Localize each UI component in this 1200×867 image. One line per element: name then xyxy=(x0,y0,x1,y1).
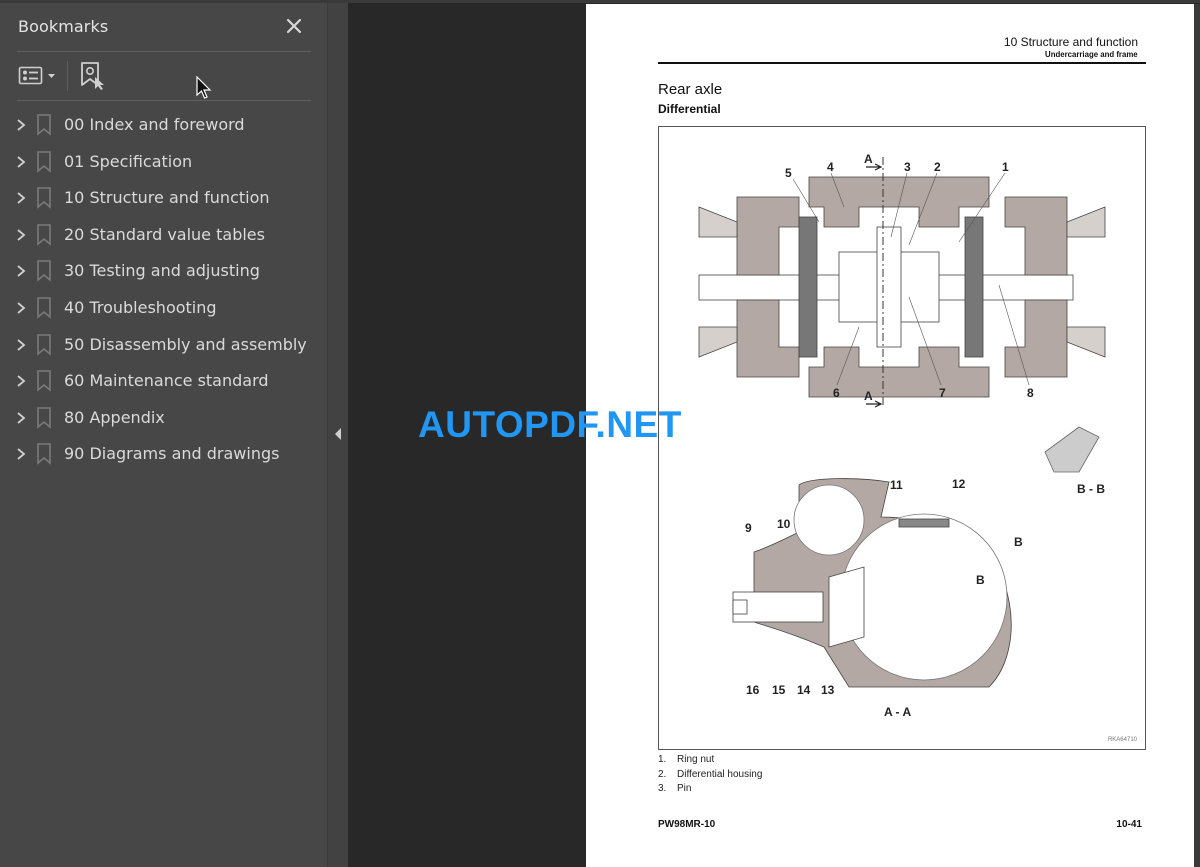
legend-item: 3. Pin xyxy=(658,783,692,794)
chevron-right-icon[interactable] xyxy=(14,263,28,279)
svg-text:1: 1 xyxy=(1002,160,1009,174)
svg-text:9: 9 xyxy=(745,521,752,535)
figure-id: RKA64710 xyxy=(1107,737,1137,743)
bookmark-icon xyxy=(37,443,51,466)
bookmark-label: 40 Troubleshooting xyxy=(64,297,217,317)
chevron-right-icon[interactable] xyxy=(14,190,28,206)
bookmark-icon xyxy=(37,333,51,356)
section-label-a: A xyxy=(864,152,873,166)
svg-text:7: 7 xyxy=(939,386,946,400)
svg-text:B: B xyxy=(1014,535,1023,549)
svg-text:6: 6 xyxy=(833,386,840,400)
top-sectional-view xyxy=(698,176,1106,398)
bookmark-item[interactable]: 10 Structure and function xyxy=(0,180,327,217)
bookmark-label: 30 Testing and adjusting xyxy=(64,261,260,281)
bookmark-label: 80 Appendix xyxy=(64,407,165,427)
section-label-a: A xyxy=(864,389,873,403)
chevron-right-icon[interactable] xyxy=(14,446,28,462)
svg-text:3: 3 xyxy=(904,160,911,174)
bookmark-item[interactable]: 20 Standard value tables xyxy=(0,217,327,254)
differential-cross-section-drawing: A A 5 4 3 2 1 6 7 8 9 10 11 12 13 14 15 … xyxy=(698,152,1106,719)
chevron-right-icon[interactable] xyxy=(14,337,28,353)
bookmark-label: 00 Index and foreword xyxy=(64,115,245,134)
bookmark-label: 90 Diagrams and drawings xyxy=(64,444,280,464)
bookmark-icon xyxy=(37,370,51,392)
bookmark-icon xyxy=(37,114,51,136)
bookmark-options-button[interactable] xyxy=(18,63,62,89)
svg-text:8: 8 xyxy=(1027,386,1034,400)
chevron-right-icon[interactable] xyxy=(14,227,28,243)
svg-text:15: 15 xyxy=(772,683,786,697)
section-label-aa: A - A xyxy=(884,705,911,719)
find-current-bookmark-icon xyxy=(81,62,104,90)
panel-title: Bookmarks xyxy=(18,17,109,36)
parts-legend: 1. Ring nut 2. Differential housing 3. Pin xyxy=(658,754,762,798)
collapse-left-arrow-icon[interactable] xyxy=(333,427,343,441)
bookmark-icon xyxy=(37,260,51,283)
svg-text:13: 13 xyxy=(821,683,835,697)
close-panel-button[interactable] xyxy=(283,15,305,37)
bookmark-item[interactable]: 00 Index and foreword xyxy=(0,107,327,144)
bookmark-label: 01 Specification xyxy=(64,151,193,171)
svg-text:16: 16 xyxy=(746,683,760,697)
bookmark-item[interactable]: 01 Specification xyxy=(0,144,327,181)
chevron-right-icon[interactable] xyxy=(14,300,28,316)
svg-text:B: B xyxy=(976,573,985,587)
chevron-right-icon[interactable] xyxy=(14,373,28,389)
page-title: Rear axle xyxy=(658,81,723,98)
svg-text:5: 5 xyxy=(785,166,792,180)
header-rule xyxy=(658,62,1146,64)
vertical-scrollbar[interactable] xyxy=(1194,4,1200,867)
bookmark-item[interactable]: 40 Troubleshooting xyxy=(0,290,327,327)
bookmark-icon xyxy=(37,406,51,429)
differential-figure: A A 5 4 3 2 1 6 7 8 9 10 11 12 13 14 15 … xyxy=(658,126,1146,750)
chevron-down-icon xyxy=(48,74,55,78)
svg-text:B - B: B - B xyxy=(1077,482,1105,496)
chevron-right-icon[interactable] xyxy=(14,154,28,170)
chevron-right-icon[interactable] xyxy=(14,410,28,426)
find-current-bookmark-button[interactable] xyxy=(79,61,107,91)
list-options-icon xyxy=(18,66,55,85)
close-icon xyxy=(286,18,302,34)
bookmark-icon xyxy=(37,150,51,173)
toolbar-divider xyxy=(67,61,68,91)
bookmark-label: 50 Disassembly and assembly xyxy=(64,334,307,354)
svg-text:4: 4 xyxy=(827,160,834,174)
divider xyxy=(17,51,311,52)
bookmark-icon xyxy=(37,297,51,319)
bookmark-item[interactable]: 30 Testing and adjusting xyxy=(0,253,327,290)
svg-text:2: 2 xyxy=(934,160,941,174)
bookmark-label: 10 Structure and function xyxy=(64,188,270,208)
bookmark-icon xyxy=(37,187,51,209)
divider xyxy=(17,100,311,101)
bookmarks-panel: Bookmarks 00 Index and foreword 01 Speci… xyxy=(0,3,327,867)
bookmark-list: 00 Index and foreword 01 Specification 1… xyxy=(0,107,327,473)
a-a-section-view xyxy=(732,478,1012,688)
svg-text:12: 12 xyxy=(952,477,966,491)
footer-page-number: 10-41 xyxy=(1116,819,1142,830)
bookmark-item[interactable]: 50 Disassembly and assembly xyxy=(0,327,327,364)
svg-text:10: 10 xyxy=(777,517,791,531)
bookmark-label: 60 Maintenance standard xyxy=(64,371,269,391)
bookmark-item[interactable]: 60 Maintenance standard xyxy=(0,363,327,400)
bookmark-icon xyxy=(37,223,51,246)
watermark: AUTOPDF.NET xyxy=(418,404,682,445)
page-header-chapter: 10 Structure and function xyxy=(1003,35,1138,49)
bookmark-item[interactable]: 90 Diagrams and drawings xyxy=(0,436,327,473)
chevron-right-icon[interactable] xyxy=(14,117,28,133)
legend-item: 1. Ring nut xyxy=(658,754,715,765)
svg-text:14: 14 xyxy=(797,683,811,697)
legend-item: 2. Differential housing xyxy=(658,768,763,780)
bookmark-item[interactable]: 80 Appendix xyxy=(0,400,327,437)
bookmark-label: 20 Standard value tables xyxy=(64,224,265,244)
svg-text:11: 11 xyxy=(890,478,903,492)
page-subtitle: Differential xyxy=(658,102,721,116)
page-header-section: Undercarriage and frame xyxy=(1045,49,1138,59)
footer-model: PW98MR-10 xyxy=(658,819,716,830)
